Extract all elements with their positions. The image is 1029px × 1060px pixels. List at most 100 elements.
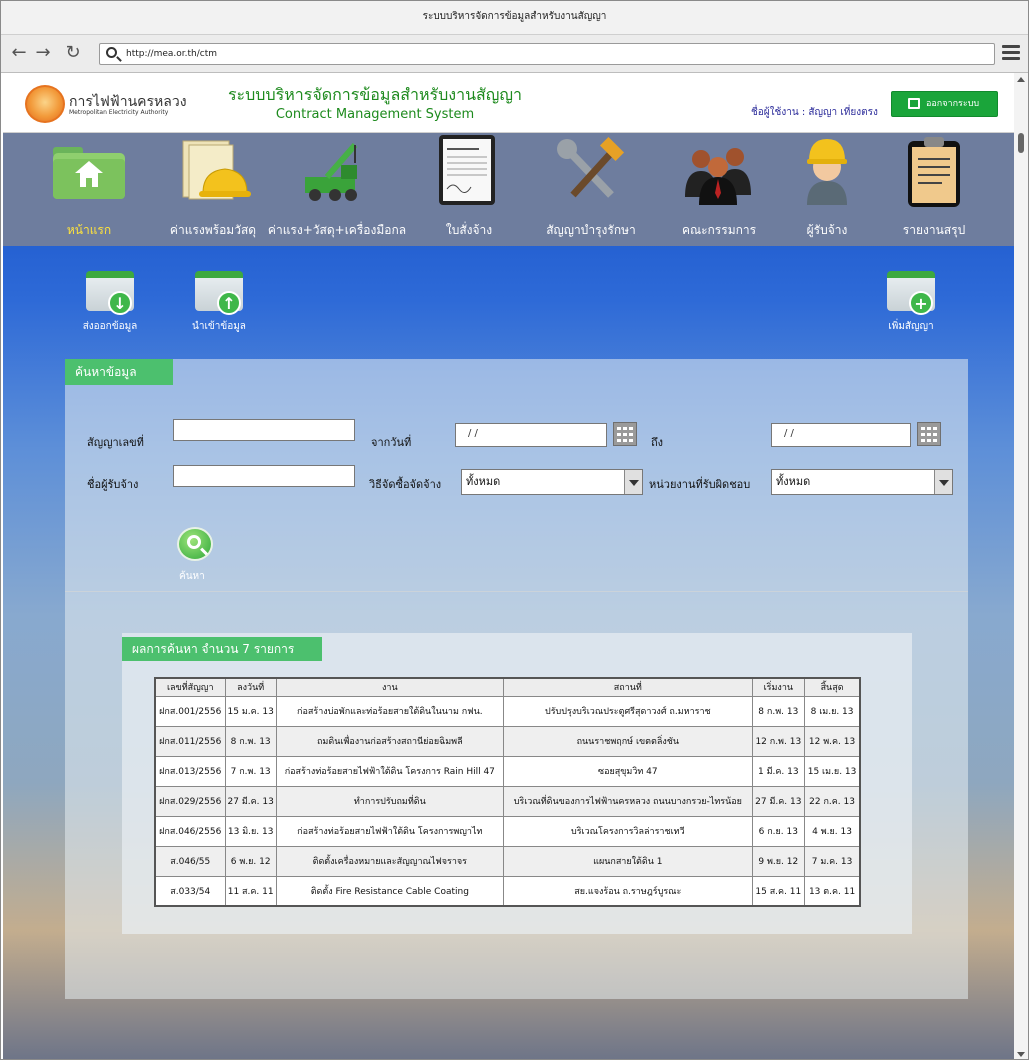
add-contract-label: เพิ่มสัญญา — [888, 321, 934, 332]
cell-date: 27 มี.ค. 13 — [224, 785, 277, 817]
table-row[interactable]: ฝกส.011/2556 8 ก.พ. 13 ถมดินเพื่องานก่อส… — [154, 725, 861, 757]
table-row[interactable]: ฝกส.001/2556 15 ม.ค. 13 ก่อสร้างบ่อพักแล… — [154, 695, 861, 727]
method-label: วิธีจัดซื้อจัดจ้าง — [369, 478, 442, 491]
menu-label-report: รายงานสรุป — [902, 223, 966, 237]
papers-helmet-icon — [182, 140, 251, 200]
cell-date: 7 ก.พ. 13 — [224, 755, 277, 787]
contractor-label: ชื่อผู้รับจ้าง — [87, 478, 139, 491]
to-date-input[interactable]: / / — [771, 423, 911, 447]
results-panel: ผลการค้นหา จำนวน 7 รายการ เลขที่สัญญา ลง… — [122, 633, 912, 934]
col-header-work[interactable]: งาน — [275, 677, 504, 697]
menu-item-labor-material[interactable]: ค่าแรงพร้อมวัสดุ — [170, 133, 256, 246]
hamburger-menu-icon[interactable] — [1002, 45, 1020, 61]
cell-contract-no: ฝกส.013/2556 — [154, 755, 226, 787]
cell-end: 7 ม.ค. 13 — [803, 845, 861, 877]
scroll-down-icon[interactable] — [1017, 1052, 1025, 1057]
user-label: ชื่อผู้ใช้งาน : สัญญา เที่ยงตรง — [751, 107, 878, 118]
import-button[interactable]: ↑ นำเข้าข้อมูล — [179, 271, 259, 334]
reload-icon[interactable]: ↻ — [63, 41, 83, 65]
scrollbar-thumb[interactable] — [1018, 133, 1024, 153]
forward-arrow-icon[interactable]: → — [33, 41, 53, 65]
add-folder-icon: + — [887, 271, 935, 315]
col-header-end[interactable]: สิ้นสุด — [803, 677, 861, 697]
calendar-icon[interactable] — [917, 422, 941, 446]
col-header-contract-no[interactable]: เลขที่สัญญา — [154, 677, 226, 697]
to-date-label: ถึง — [651, 436, 664, 449]
cell-end: 13 ต.ค. 11 — [803, 875, 861, 907]
add-contract-button[interactable]: + เพิ่มสัญญา — [871, 271, 951, 334]
search-button[interactable] — [177, 527, 213, 561]
menu-item-committee[interactable]: คณะกรรมการ — [679, 133, 759, 246]
menu-item-order[interactable]: ใบสั่งจ้าง — [429, 133, 509, 246]
table-row[interactable]: ส.033/54 11 ส.ค. 11 ติดตั้ง Fire Resista… — [154, 875, 861, 907]
table-header-row: เลขที่สัญญา ลงวันที่ งาน สถานที่ เริ่มงา… — [154, 677, 861, 697]
contractor-input[interactable] — [173, 465, 355, 487]
unit-label: หน่วยงานที่รับผิดชอบ — [649, 478, 751, 491]
table-row[interactable]: ฝกส.013/2556 7 ก.พ. 13 ก่อสร้างท่อร้อยสา… — [154, 755, 861, 787]
cell-end: 22 ก.ค. 13 — [803, 785, 861, 817]
method-value: ทั้งหมด — [466, 475, 501, 488]
method-select[interactable]: ทั้งหมด — [461, 469, 643, 495]
cell-date: 6 พ.ย. 12 — [224, 845, 277, 877]
contract-no-input[interactable] — [173, 419, 355, 441]
tools-icon — [557, 136, 625, 198]
table-row[interactable]: ส.046/55 6 พ.ย. 12 ติดตั้งเครื่องหมายและ… — [154, 845, 861, 877]
col-header-location[interactable]: สถานที่ — [502, 677, 753, 697]
to-date-value: / / — [784, 428, 794, 439]
contract-document-icon — [439, 135, 495, 205]
menu-item-report[interactable]: รายงานสรุป — [894, 133, 974, 246]
logout-label: ออกจากระบบ — [926, 99, 980, 109]
import-label: นำเข้าข้อมูล — [192, 321, 246, 332]
from-date-value: / / — [468, 428, 478, 439]
menu-item-home[interactable]: หน้าแรก — [49, 133, 129, 246]
from-date-input[interactable]: / / — [455, 423, 607, 447]
table-row[interactable]: ฝกส.046/2556 13 มิ.ย. 13 ก่อสร้างท่อร้อย… — [154, 815, 861, 847]
cell-location: แผนกสายใต้ดิน 1 — [502, 845, 753, 877]
calendar-icon[interactable] — [613, 422, 637, 446]
cell-end: 4 พ.ย. 13 — [803, 815, 861, 847]
divider — [65, 591, 968, 592]
cell-location: บริเวณโครงการวิลล่าราชเทวี — [502, 815, 753, 847]
page-content: การไฟฟ้านครหลวง Metropolitan Electricity… — [3, 73, 1014, 1059]
menu-item-maintenance[interactable]: สัญญาบำรุงรักษา — [546, 133, 636, 246]
scroll-up-icon[interactable] — [1017, 77, 1025, 82]
cell-contract-no: ส.046/55 — [154, 845, 226, 877]
home-folder-icon — [53, 147, 125, 199]
cell-start: 8 ก.พ. 13 — [751, 695, 805, 727]
col-header-date[interactable]: ลงวันที่ — [224, 677, 277, 697]
url-input[interactable]: http://mea.or.th/ctm — [99, 43, 995, 65]
vertical-scrollbar[interactable] — [1013, 73, 1028, 1059]
cell-date: 13 มิ.ย. 13 — [224, 815, 277, 847]
cell-end: 8 เม.ย. 13 — [803, 695, 861, 727]
col-header-start[interactable]: เริ่มงาน — [751, 677, 805, 697]
cell-location: ถนนราชพฤกษ์ เขตตลิ่งชัน — [502, 725, 753, 757]
export-button[interactable]: ↓ ส่งออกข้อมูล — [70, 271, 150, 334]
cell-work: ถมดินเพื่องานก่อสร้างสถานีย่อยฉิมพลี — [275, 725, 504, 757]
cell-contract-no: ฝกส.011/2556 — [154, 725, 226, 757]
contract-no-label: สัญญาเลขที่ — [87, 436, 144, 449]
cell-location: บริเวณที่ดินของการไฟฟ้านครหลวง ถนนบางกรว… — [502, 785, 753, 817]
cell-location: สย.แจงร้อน ถ.ราษฎร์บูรณะ — [502, 875, 753, 907]
menu-label-maintenance: สัญญาบำรุงรักษา — [546, 223, 636, 237]
menu-item-labor-machinery[interactable]: ค่าแรง+วัสดุ+เครื่องมือกล — [268, 133, 406, 246]
search-tab: ค้นหาข้อมูล — [65, 359, 173, 385]
cell-work: ก่อสร้างบ่อพักและท่อร้อยสายใต้ดินในนาม ก… — [275, 695, 504, 727]
table-row[interactable]: ฝกส.029/2556 27 มี.ค. 13 ทำการปรับถมที่ด… — [154, 785, 861, 817]
logout-button[interactable]: ออกจากระบบ — [891, 91, 998, 117]
export-folder-icon: ↓ — [86, 271, 134, 315]
back-arrow-icon[interactable]: ← — [9, 41, 29, 65]
cell-contract-no: ฝกส.001/2556 — [154, 695, 226, 727]
address-bar: ← → ↻ http://mea.or.th/ctm — [1, 35, 1028, 73]
url-text: http://mea.or.th/ctm — [126, 49, 218, 59]
cell-end: 12 พ.ค. 13 — [803, 725, 861, 757]
system-title-en: Contract Management System — [275, 107, 475, 122]
cell-start: 9 พ.ย. 12 — [751, 845, 805, 877]
from-date-label: จากวันที่ — [371, 436, 412, 449]
unit-select[interactable]: ทั้งหมด — [771, 469, 953, 495]
menu-item-contractor[interactable]: ผู้รับจ้าง — [787, 133, 867, 246]
cell-date: 11 ส.ค. 11 — [224, 875, 277, 907]
window-title: ระบบบริหารจัดการข้อมูลสำหรับงานสัญญา — [1, 1, 1028, 35]
cell-start: 27 มี.ค. 13 — [751, 785, 805, 817]
cell-work: ก่อสร้างท่อร้อยสายไฟฟ้าใต้ดิน โครงการ Ra… — [275, 755, 504, 787]
cell-work: ก่อสร้างท่อร้อยสายไฟฟ้าใต้ดิน โครงการพญา… — [275, 815, 504, 847]
